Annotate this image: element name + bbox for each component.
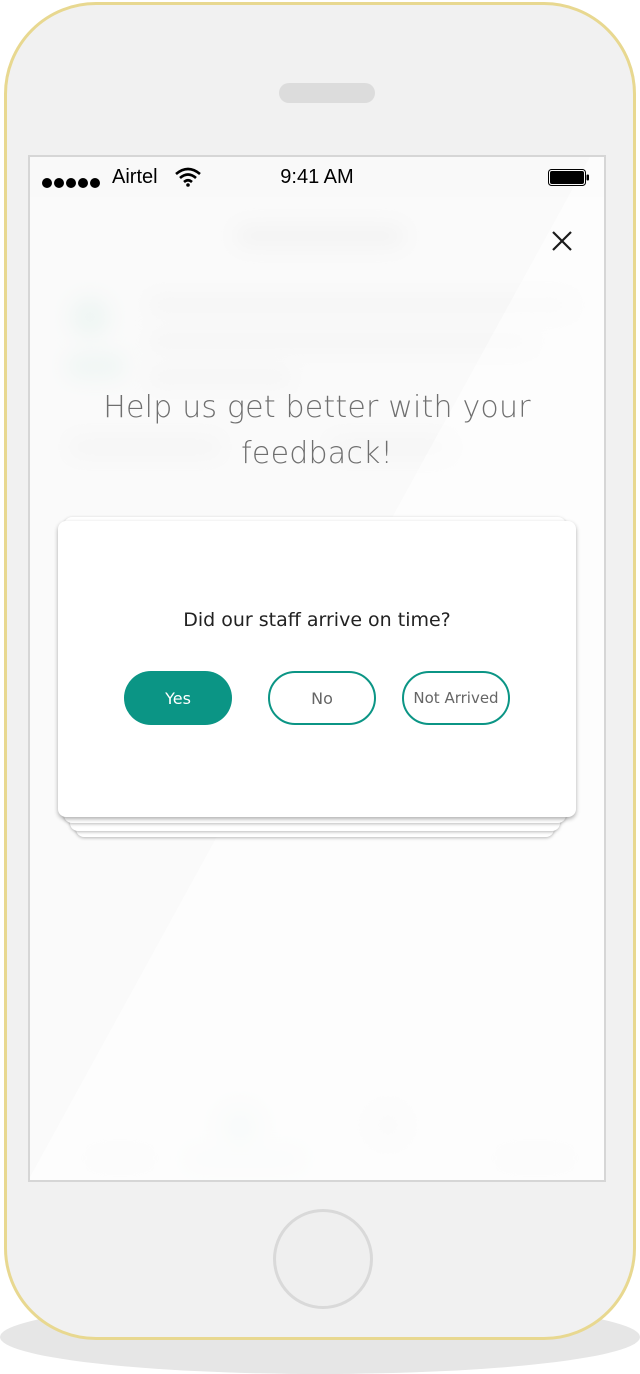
feedback-headline: Help us get better with your feedback! [90, 385, 544, 477]
close-icon [552, 231, 572, 251]
status-bar: Airtel 9:41 AM [30, 157, 604, 197]
status-time: 9:41 AM [280, 166, 354, 188]
answer-not-arrived-button[interactable]: Not Arrived [402, 671, 510, 725]
answer-yes-button[interactable]: Yes [124, 671, 232, 725]
feedback-question: Did our staff arrive on time? [183, 609, 451, 631]
headline-line-1: Help us get better with your [103, 390, 531, 425]
battery-icon [548, 169, 589, 186]
phone-home-button[interactable] [273, 1209, 373, 1309]
answer-no-button[interactable]: No [268, 671, 376, 725]
headline-line-2: feedback! [241, 436, 393, 471]
phone-screen: Airtel 9:41 AM Help us get better with y… [28, 155, 606, 1182]
phone-speaker [279, 83, 375, 103]
feedback-question-card: Did our staff arrive on time? Yes No Not… [58, 521, 576, 817]
close-button[interactable] [544, 223, 580, 259]
